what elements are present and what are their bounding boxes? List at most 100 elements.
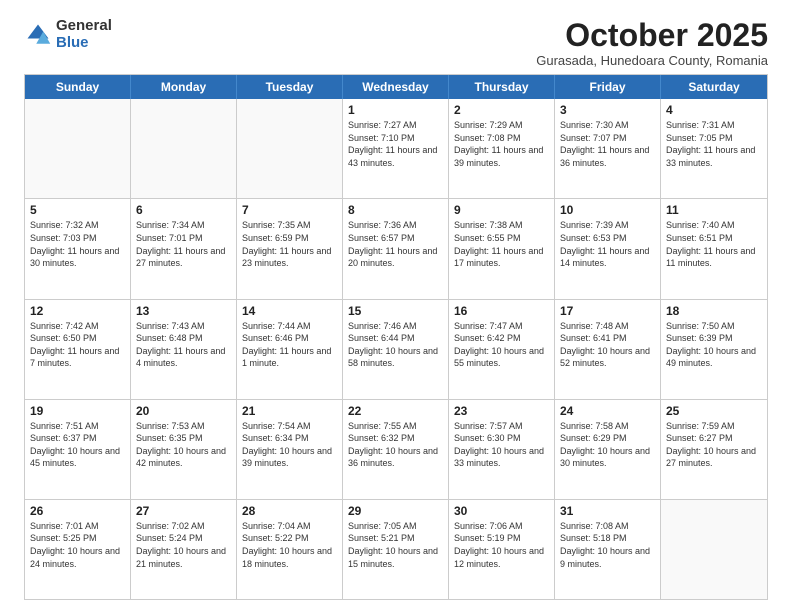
calendar-cell: 16 Sunrise: 7:47 AMSunset: 6:42 PMDayligh… <box>449 300 555 399</box>
logo-icon <box>24 21 52 49</box>
day-number: 11 <box>666 203 762 217</box>
day-number: 31 <box>560 504 655 518</box>
day-number: 22 <box>348 404 443 418</box>
day-number: 5 <box>30 203 125 217</box>
logo-text: General Blue <box>56 18 112 51</box>
day-number: 24 <box>560 404 655 418</box>
cell-info: Sunrise: 7:44 AMSunset: 6:46 PMDaylight:… <box>242 320 337 370</box>
calendar-cell: 31Sunrise: 7:08 AMSunset: 5:18 PMDayligh… <box>555 500 661 599</box>
day-number: 2 <box>454 103 549 117</box>
cell-info: Sunrise: 7:32 AMSunset: 7:03 PMDaylight:… <box>30 219 125 269</box>
calendar-cell: 18Sunrise: 7:50 AMSunset: 6:39 PMDayligh… <box>661 300 767 399</box>
calendar-cell: 7 Sunrise: 7:35 AMSunset: 6:59 PMDaylight… <box>237 199 343 298</box>
day-number: 30 <box>454 504 549 518</box>
calendar-cell: 28Sunrise: 7:04 AMSunset: 5:22 PMDayligh… <box>237 500 343 599</box>
calendar-cell: 22 Sunrise: 7:55 AMSunset: 6:32 PMDayligh… <box>343 400 449 499</box>
calendar: SundayMondayTuesdayWednesdayThursdayFrid… <box>24 74 768 600</box>
calendar-row: 19 Sunrise: 7:51 AMSunset: 6:37 PMDayligh… <box>25 399 767 499</box>
cell-info: Sunrise: 7:02 AMSunset: 5:24 PMDaylight:… <box>136 520 231 570</box>
cell-info: Sunrise: 7:48 AMSunset: 6:41 PMDaylight:… <box>560 320 655 370</box>
calendar-cell: 11Sunrise: 7:40 AMSunset: 6:51 PMDayligh… <box>661 199 767 298</box>
calendar-cell: 21 Sunrise: 7:54 AMSunset: 6:34 PMDayligh… <box>237 400 343 499</box>
calendar-cell: 10 Sunrise: 7:39 AMSunset: 6:53 PMDayligh… <box>555 199 661 298</box>
day-number: 19 <box>30 404 125 418</box>
calendar-cell: 9 Sunrise: 7:38 AMSunset: 6:55 PMDaylight… <box>449 199 555 298</box>
day-number: 1 <box>348 103 443 117</box>
weekday-header: Saturday <box>661 75 767 99</box>
month-title: October 2025 <box>536 18 768 53</box>
cell-info: Sunrise: 7:55 AMSunset: 6:32 PMDaylight:… <box>348 420 443 470</box>
calendar-cell: 4Sunrise: 7:31 AMSunset: 7:05 PMDaylight… <box>661 99 767 198</box>
calendar-cell: 14 Sunrise: 7:44 AMSunset: 6:46 PMDayligh… <box>237 300 343 399</box>
calendar-cell <box>237 99 343 198</box>
day-number: 13 <box>136 304 231 318</box>
logo-blue: Blue <box>56 35 112 52</box>
calendar-row: 26 Sunrise: 7:01 AMSunset: 5:25 PMDayligh… <box>25 499 767 599</box>
cell-info: Sunrise: 7:05 AMSunset: 5:21 PMDaylight:… <box>348 520 443 570</box>
calendar-header: SundayMondayTuesdayWednesdayThursdayFrid… <box>25 75 767 99</box>
day-number: 6 <box>136 203 231 217</box>
cell-info: Sunrise: 7:58 AMSunset: 6:29 PMDaylight:… <box>560 420 655 470</box>
cell-info: Sunrise: 7:01 AMSunset: 5:25 PMDaylight:… <box>30 520 125 570</box>
page: General Blue October 2025 Gurasada, Hune… <box>0 0 792 612</box>
day-number: 20 <box>136 404 231 418</box>
calendar-cell <box>661 500 767 599</box>
calendar-cell: 12Sunrise: 7:42 AMSunset: 6:50 PMDayligh… <box>25 300 131 399</box>
day-number: 4 <box>666 103 762 117</box>
weekday-header: Monday <box>131 75 237 99</box>
day-number: 21 <box>242 404 337 418</box>
day-number: 23 <box>454 404 549 418</box>
calendar-row: 12Sunrise: 7:42 AMSunset: 6:50 PMDayligh… <box>25 299 767 399</box>
calendar-cell <box>25 99 131 198</box>
calendar-cell <box>131 99 237 198</box>
calendar-cell: 6 Sunrise: 7:34 AMSunset: 7:01 PMDaylight… <box>131 199 237 298</box>
weekday-header: Wednesday <box>343 75 449 99</box>
day-number: 7 <box>242 203 337 217</box>
calendar-cell: 23 Sunrise: 7:57 AMSunset: 6:30 PMDayligh… <box>449 400 555 499</box>
day-number: 27 <box>136 504 231 518</box>
weekday-header: Tuesday <box>237 75 343 99</box>
cell-info: Sunrise: 7:57 AMSunset: 6:30 PMDaylight:… <box>454 420 549 470</box>
cell-info: Sunrise: 7:29 AMSunset: 7:08 PMDaylight:… <box>454 119 549 169</box>
day-number: 10 <box>560 203 655 217</box>
calendar-cell: 24 Sunrise: 7:58 AMSunset: 6:29 PMDayligh… <box>555 400 661 499</box>
weekday-header: Friday <box>555 75 661 99</box>
subtitle: Gurasada, Hunedoara County, Romania <box>536 53 768 68</box>
cell-info: Sunrise: 7:04 AMSunset: 5:22 PMDaylight:… <box>242 520 337 570</box>
day-number: 25 <box>666 404 762 418</box>
cell-info: Sunrise: 7:38 AMSunset: 6:55 PMDaylight:… <box>454 219 549 269</box>
calendar-row: 1Sunrise: 7:27 AMSunset: 7:10 PMDaylight… <box>25 99 767 198</box>
cell-info: Sunrise: 7:47 AMSunset: 6:42 PMDaylight:… <box>454 320 549 370</box>
header: General Blue October 2025 Gurasada, Hune… <box>24 18 768 68</box>
calendar-cell: 26 Sunrise: 7:01 AMSunset: 5:25 PMDayligh… <box>25 500 131 599</box>
day-number: 26 <box>30 504 125 518</box>
day-number: 3 <box>560 103 655 117</box>
day-number: 16 <box>454 304 549 318</box>
day-number: 29 <box>348 504 443 518</box>
cell-info: Sunrise: 7:59 AMSunset: 6:27 PMDaylight:… <box>666 420 762 470</box>
calendar-cell: 27 Sunrise: 7:02 AMSunset: 5:24 PMDayligh… <box>131 500 237 599</box>
cell-info: Sunrise: 7:53 AMSunset: 6:35 PMDaylight:… <box>136 420 231 470</box>
cell-info: Sunrise: 7:54 AMSunset: 6:34 PMDaylight:… <box>242 420 337 470</box>
cell-info: Sunrise: 7:34 AMSunset: 7:01 PMDaylight:… <box>136 219 231 269</box>
day-number: 18 <box>666 304 762 318</box>
cell-info: Sunrise: 7:35 AMSunset: 6:59 PMDaylight:… <box>242 219 337 269</box>
cell-info: Sunrise: 7:06 AMSunset: 5:19 PMDaylight:… <box>454 520 549 570</box>
calendar-cell: 30 Sunrise: 7:06 AMSunset: 5:19 PMDayligh… <box>449 500 555 599</box>
cell-info: Sunrise: 7:51 AMSunset: 6:37 PMDaylight:… <box>30 420 125 470</box>
cell-info: Sunrise: 7:39 AMSunset: 6:53 PMDaylight:… <box>560 219 655 269</box>
calendar-cell: 2 Sunrise: 7:29 AMSunset: 7:08 PMDaylight… <box>449 99 555 198</box>
calendar-cell: 17Sunrise: 7:48 AMSunset: 6:41 PMDayligh… <box>555 300 661 399</box>
cell-info: Sunrise: 7:43 AMSunset: 6:48 PMDaylight:… <box>136 320 231 370</box>
weekday-header: Sunday <box>25 75 131 99</box>
cell-info: Sunrise: 7:46 AMSunset: 6:44 PMDaylight:… <box>348 320 443 370</box>
calendar-row: 5 Sunrise: 7:32 AMSunset: 7:03 PMDaylight… <box>25 198 767 298</box>
day-number: 8 <box>348 203 443 217</box>
calendar-cell: 3Sunrise: 7:30 AMSunset: 7:07 PMDaylight… <box>555 99 661 198</box>
calendar-cell: 13 Sunrise: 7:43 AMSunset: 6:48 PMDayligh… <box>131 300 237 399</box>
calendar-cell: 8Sunrise: 7:36 AMSunset: 6:57 PMDaylight… <box>343 199 449 298</box>
calendar-body: 1Sunrise: 7:27 AMSunset: 7:10 PMDaylight… <box>25 99 767 599</box>
day-number: 14 <box>242 304 337 318</box>
day-number: 9 <box>454 203 549 217</box>
weekday-header: Thursday <box>449 75 555 99</box>
